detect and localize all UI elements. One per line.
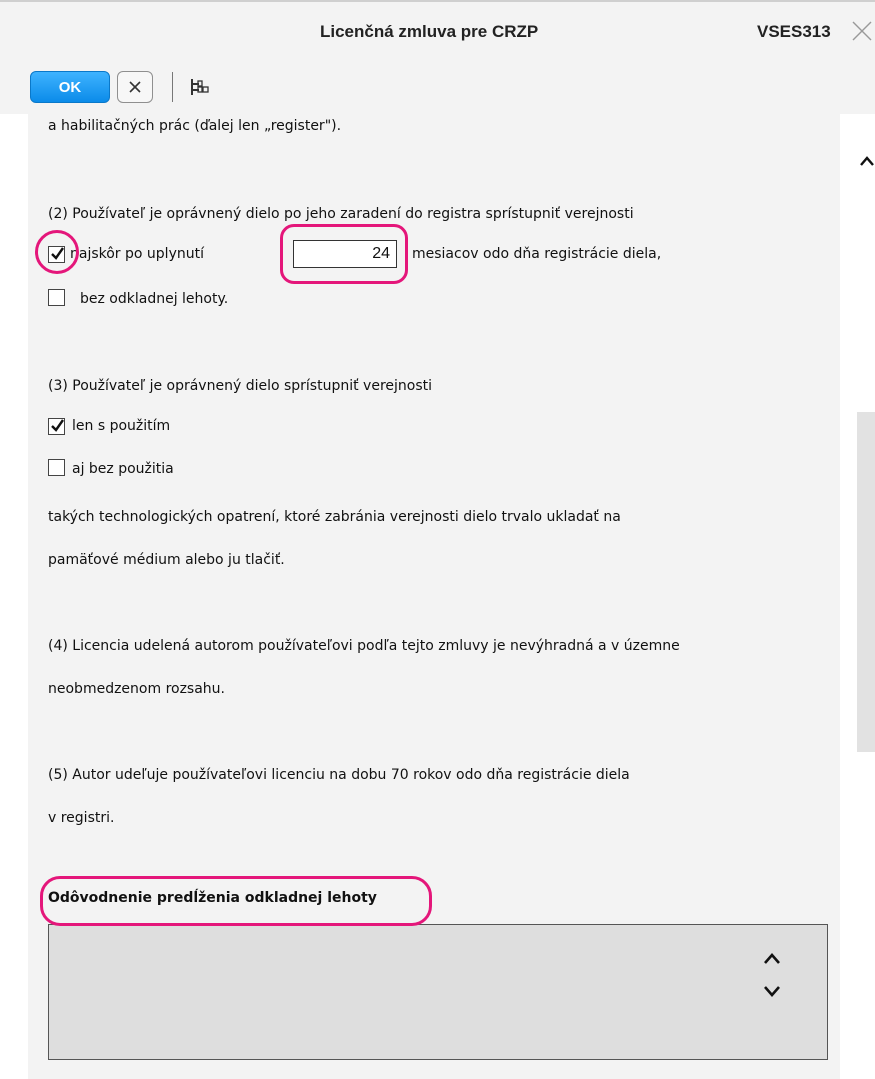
chevron-down-icon[interactable] — [762, 984, 782, 998]
section-5-line-1: (5) Autor udeľuje používateľovi licenciu… — [48, 767, 630, 783]
cancel-button[interactable] — [117, 71, 153, 103]
without-measures-label: aj bez použitia — [72, 461, 174, 477]
highlight-months-annotation — [280, 224, 408, 284]
scroll-up-icon[interactable] — [858, 154, 875, 168]
toolbar: OK — [0, 68, 875, 114]
section-4-line-2: neobmedzenom rozsahu. — [48, 681, 225, 697]
ok-button[interactable]: OK — [30, 71, 110, 103]
chevron-up-icon[interactable] — [762, 952, 782, 966]
section-3-line-2: pamäťové médium alebo ju tlačiť. — [48, 552, 285, 568]
delay-suffix: mesiacov odo dňa registrácie diela, — [412, 246, 662, 262]
highlight-checkbox-annotation — [35, 230, 79, 274]
highlight-heading-annotation — [40, 876, 432, 926]
section-3-line-1: takých technologických opatrení, ktoré z… — [48, 509, 621, 525]
tree-icon[interactable] — [190, 78, 210, 96]
justification-textarea[interactable] — [48, 924, 828, 1060]
with-measures-label: len s použitím — [72, 418, 171, 434]
toolbar-separator — [172, 72, 173, 102]
delay-label: najskôr po uplynutí — [70, 246, 204, 262]
section-4-line-1: (4) Licencia udelená autorom používateľo… — [48, 638, 680, 654]
window-title: Licenčná zmluva pre CRZP — [320, 22, 539, 41]
cancel-x-icon — [129, 81, 141, 93]
section-5-line-2: v registri. — [48, 810, 115, 826]
form-code: VSES313 — [757, 22, 831, 41]
checkbox-with-measures[interactable] — [48, 418, 65, 435]
checkbox-without-measures[interactable] — [48, 459, 65, 476]
partial-line: a habilitačných prác (ďalej len „registe… — [48, 118, 342, 134]
close-icon[interactable] — [851, 20, 873, 42]
title-bar: Licenčná zmluva pre CRZP VSES313 — [0, 0, 875, 70]
scrollbar-track[interactable] — [857, 412, 875, 752]
checkmark-icon — [51, 419, 64, 432]
section-2-intro: (2) Používateľ je oprávnený dielo po jeh… — [48, 206, 634, 222]
section-3-intro: (3) Používateľ je oprávnený dielo spríst… — [48, 378, 433, 394]
checkbox-no-delay[interactable] — [48, 289, 65, 306]
no-delay-label: bez odkladnej lehoty. — [80, 291, 229, 307]
